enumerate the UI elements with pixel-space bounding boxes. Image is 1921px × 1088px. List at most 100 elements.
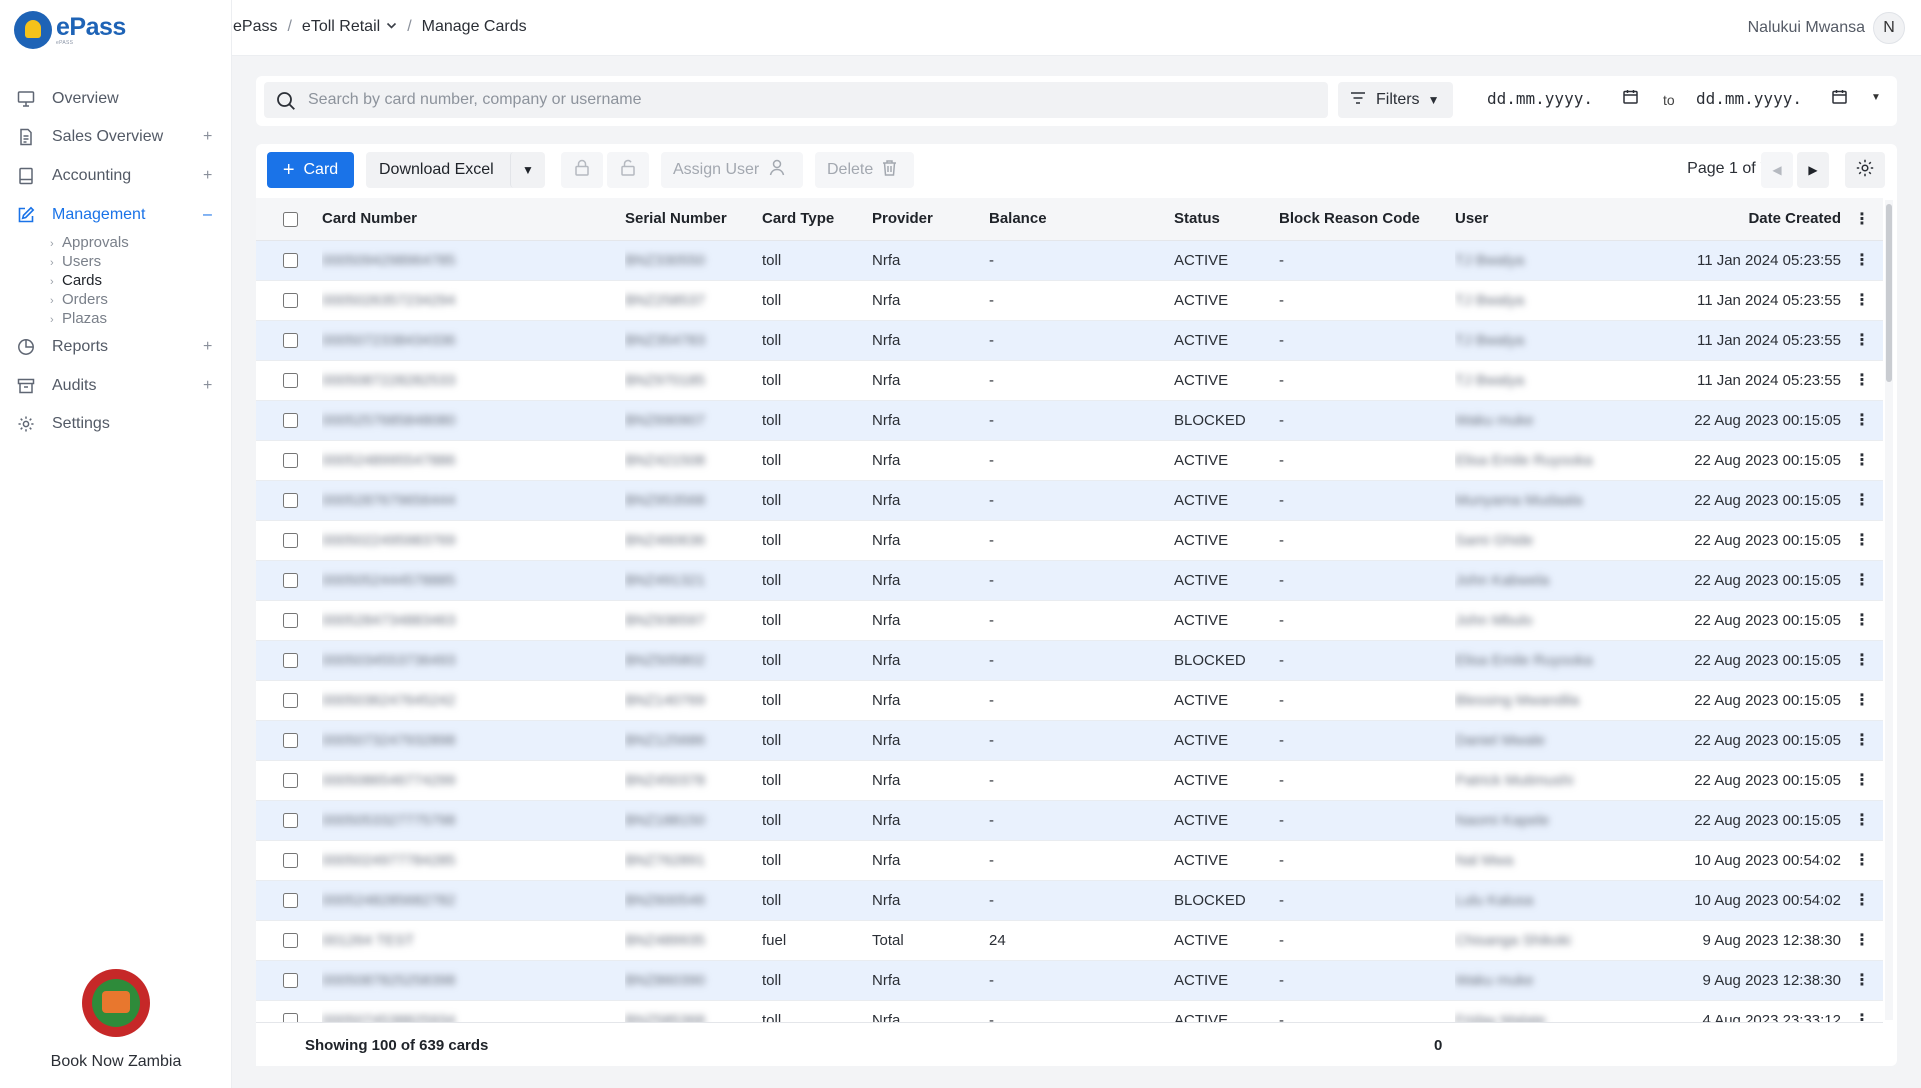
table-row[interactable]: 0005086546774299 BNZ450378 toll Nrfa - ACTIVE… [256, 760, 1883, 801]
kebab-menu-icon[interactable]: ⋮ [1854, 252, 1870, 269]
row-checkbox[interactable] [282, 453, 298, 469]
sidebar-item-settings[interactable]: Settings [0, 405, 232, 443]
sidebar-item-overview[interactable]: Overview [0, 80, 232, 118]
sidebar-item-sales-overview[interactable]: Sales Overview + [0, 118, 232, 156]
column-menu-cell[interactable]: ⋮ [1841, 198, 1883, 241]
epass-logo[interactable]: ePass ePASS [14, 11, 126, 49]
row-checkbox[interactable] [282, 773, 298, 789]
table-row[interactable]: 0005287679656444 BNZ953568 toll Nrfa - ACTIVE… [256, 480, 1883, 521]
row-checkbox[interactable] [282, 893, 298, 909]
table-row[interactable]: 0005053327775798 BNZ188150 toll Nrfa - ACTIVE… [256, 800, 1883, 841]
kebab-menu-icon[interactable]: ⋮ [1854, 732, 1870, 749]
kebab-menu-icon[interactable]: ⋮ [1854, 812, 1870, 829]
table-row[interactable]: 0005284734883463 BNZ936597 toll Nrfa - ACTIVE… [256, 600, 1883, 641]
table-row[interactable]: 0005087825258398 BNZ860390 toll Nrfa - ACTIVE… [256, 960, 1883, 1001]
kebab-menu-icon[interactable]: ⋮ [1854, 372, 1870, 389]
caret-down-icon[interactable]: ▼ [1871, 92, 1881, 103]
table-row[interactable]: 0005073247932898 BNZ125686 toll Nrfa - ACTIVE… [256, 720, 1883, 761]
table-row[interactable]: 0005072338434336 BNZ354783 toll Nrfa - ACTIVE… [256, 320, 1883, 361]
table-row[interactable]: 0005024977784285 BNZ762891 toll Nrfa - ACTIVE… [256, 840, 1883, 881]
user-menu[interactable]: Nalukui Mwansa N [1748, 12, 1905, 44]
table-row[interactable]: 0005026357234294 BNZ258537 toll Nrfa - ACTIVE… [256, 280, 1883, 321]
select-all-checkbox[interactable] [282, 211, 298, 227]
calendar-icon[interactable] [1832, 89, 1847, 108]
table-scrollbar[interactable] [1885, 200, 1893, 1020]
kebab-menu-icon[interactable]: ⋮ [1854, 892, 1870, 909]
row-checkbox[interactable] [282, 813, 298, 829]
table-row[interactable]: 0005052444578885 BNZ491321 toll Nrfa - ACTIVE… [256, 560, 1883, 601]
table-row[interactable]: 0005087228282533 BNZ970185 toll Nrfa - ACTIVE… [256, 360, 1883, 401]
sidebar-item-accounting[interactable]: Accounting + [0, 157, 232, 195]
submenu-item-plazas[interactable]: › Plazas [50, 310, 107, 327]
expand-icon[interactable]: + [203, 377, 212, 395]
table-row[interactable]: 0005034553736493 BNZ505802 toll Nrfa - BLOCKE… [256, 640, 1883, 681]
column-header[interactable]: User [1455, 198, 1641, 241]
row-checkbox[interactable] [282, 253, 298, 269]
book-now-zambia-promo[interactable]: Book Now Zambia [0, 965, 232, 1071]
table-row[interactable]: 0005022495983769 BNZ460636 toll Nrfa - ACTIVE… [256, 520, 1883, 561]
row-checkbox[interactable] [282, 413, 298, 429]
row-checkbox[interactable] [282, 933, 298, 949]
kebab-menu-icon[interactable]: ⋮ [1854, 1012, 1870, 1022]
calendar-icon[interactable] [1623, 89, 1638, 108]
kebab-menu-icon[interactable]: ⋮ [1854, 292, 1870, 309]
row-checkbox[interactable] [282, 733, 298, 749]
column-header[interactable]: Date Created [1641, 198, 1841, 241]
kebab-menu-icon[interactable]: ⋮ [1854, 772, 1870, 789]
avatar[interactable]: N [1873, 12, 1905, 44]
unblock-card-button[interactable] [607, 152, 649, 188]
sidebar-item-reports[interactable]: Reports + [0, 328, 232, 366]
row-checkbox[interactable] [282, 1013, 298, 1022]
column-header[interactable]: Block Reason Code [1279, 198, 1455, 241]
date-from-field[interactable]: dd.mm.yyyy. [1487, 89, 1638, 108]
chevron-down-icon[interactable] [386, 21, 397, 33]
column-header[interactable]: Card Number [322, 198, 625, 241]
kebab-menu-icon[interactable]: ⋮ [1854, 572, 1870, 589]
kebab-menu-icon[interactable]: ⋮ [1854, 532, 1870, 549]
submenu-item-orders[interactable]: › Orders [50, 291, 108, 308]
row-checkbox[interactable] [282, 573, 298, 589]
column-header[interactable]: Provider [872, 198, 989, 241]
delete-button[interactable]: Delete [815, 152, 914, 188]
previous-page-button[interactable]: ◀ [1761, 152, 1793, 188]
kebab-menu-icon[interactable]: ⋮ [1854, 332, 1870, 349]
kebab-menu-icon[interactable]: ⋮ [1854, 692, 1870, 709]
expand-icon[interactable]: + [203, 167, 212, 185]
row-checkbox[interactable] [282, 333, 298, 349]
table-row[interactable]: 0005036247645242 BNZ140769 toll Nrfa - ACTIVE… [256, 680, 1883, 721]
sidebar-item-management[interactable]: Management – [0, 196, 232, 234]
row-checkbox[interactable] [282, 973, 298, 989]
column-header[interactable]: Serial Number [625, 198, 762, 241]
scrollbar-thumb[interactable] [1886, 204, 1892, 382]
breadcrumb-etoll-retail[interactable]: eToll Retail [302, 18, 380, 36]
next-page-button[interactable]: ▶ [1797, 152, 1829, 188]
expand-icon[interactable]: + [203, 128, 212, 146]
kebab-menu-icon[interactable]: ⋮ [1854, 972, 1870, 989]
table-row[interactable]: 0005248285682782 BNZ600546 toll Nrfa - BLOCKE… [256, 880, 1883, 921]
column-header[interactable]: Status [1174, 198, 1279, 241]
submenu-item-approvals[interactable]: › Approvals [50, 234, 129, 251]
table-row[interactable]: 001264 TEST BNZ489935 fuel Total 24 ACTIVE - Ch… [256, 920, 1883, 961]
kebab-menu-icon[interactable]: ⋮ [1854, 932, 1870, 949]
kebab-menu-icon[interactable]: ⋮ [1854, 412, 1870, 429]
row-checkbox[interactable] [282, 293, 298, 309]
breadcrumb-epass[interactable]: ePass [233, 18, 277, 36]
table-row[interactable]: 0005257685848080 BNZ690907 toll Nrfa - BLOCKE… [256, 400, 1883, 441]
kebab-menu-icon[interactable]: ⋮ [1854, 211, 1870, 228]
column-header[interactable]: Card Type [762, 198, 872, 241]
expand-icon[interactable]: + [203, 338, 212, 356]
row-checkbox[interactable] [282, 493, 298, 509]
kebab-menu-icon[interactable]: ⋮ [1854, 852, 1870, 869]
submenu-item-cards[interactable]: › Cards [50, 272, 102, 289]
sidebar-item-audits[interactable]: Audits + [0, 367, 232, 405]
row-checkbox[interactable] [282, 613, 298, 629]
column-header[interactable]: Balance [989, 198, 1174, 241]
kebab-menu-icon[interactable]: ⋮ [1854, 492, 1870, 509]
download-excel-button[interactable]: Download Excel [366, 152, 515, 188]
kebab-menu-icon[interactable]: ⋮ [1854, 452, 1870, 469]
row-checkbox[interactable] [282, 373, 298, 389]
add-card-button[interactable]: + Card [267, 152, 354, 188]
kebab-menu-icon[interactable]: ⋮ [1854, 652, 1870, 669]
date-to-field[interactable]: dd.mm.yyyy. [1696, 89, 1847, 108]
search-input[interactable] [308, 82, 1308, 118]
